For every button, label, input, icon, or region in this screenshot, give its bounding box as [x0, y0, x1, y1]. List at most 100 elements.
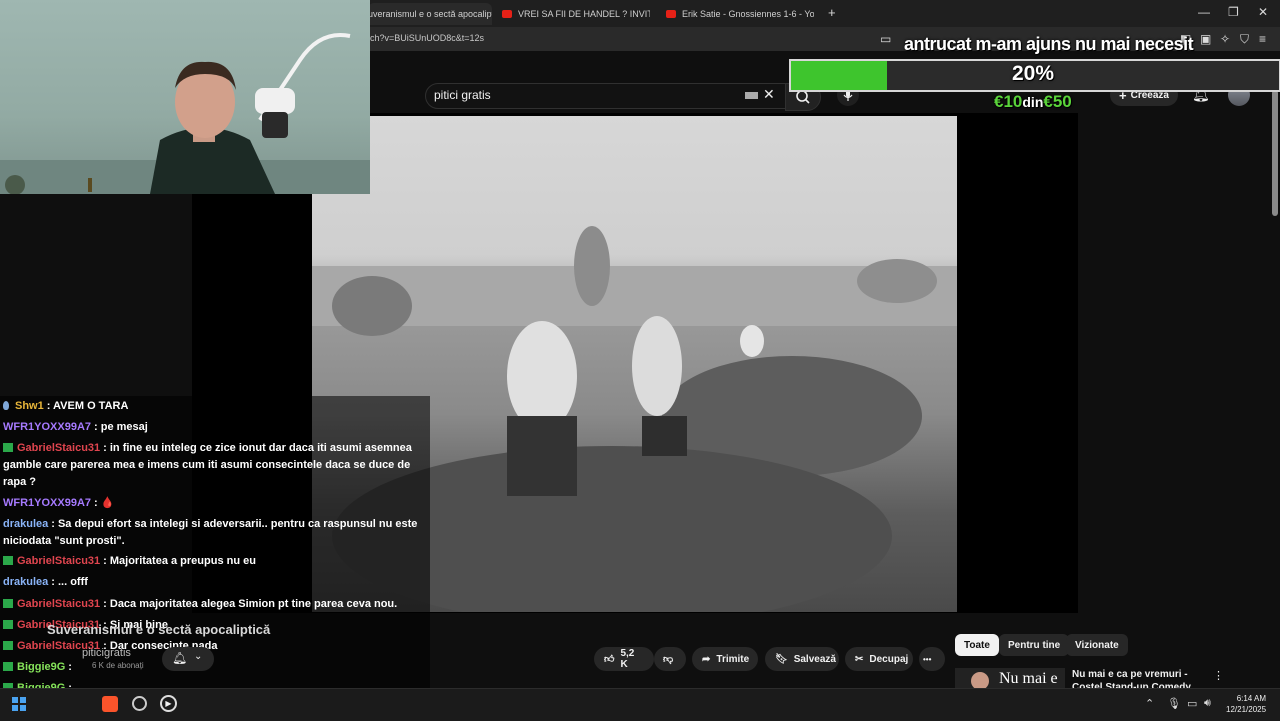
chat-username[interactable]: GabrielStaicu31 [17, 598, 100, 610]
scissors-icon: ✂ [855, 653, 864, 665]
chat-username[interactable]: GabrielStaicu31 [17, 442, 100, 454]
thumbs-up-icon: 👍︎ [604, 654, 615, 665]
chat-text: : AVEM O TARA [46, 400, 129, 412]
more-actions-button[interactable]: ••• [919, 647, 945, 671]
chat-username[interactable]: drakulea [3, 518, 48, 530]
clock-date: 12/21/2025 [1226, 705, 1267, 714]
chat-message: GabrielStaicu31: Dar consecinte nada [3, 638, 427, 655]
chat-text: : ... offf [51, 576, 88, 588]
clear-search-icon[interactable]: ✕ [763, 86, 775, 103]
subscriber-count: 6 K de abonați [92, 661, 144, 670]
bookmark-icon: 🔖︎ [775, 653, 788, 665]
video-title: Suveranismul e o sectă apocaliptică [47, 622, 271, 637]
tray-volume-icon[interactable]: 🔊︎ [1204, 697, 1211, 710]
chevron-down-icon: ⌄ [194, 651, 203, 662]
maximize-button[interactable]: ❐ [1228, 5, 1239, 19]
chip-for-you[interactable]: Pentru tine [999, 634, 1070, 656]
goal-total-amount: €50 [1043, 92, 1072, 111]
clock-time: 6:14 AM [1236, 694, 1267, 703]
chat-username[interactable]: Biggie9G [17, 661, 65, 673]
search-input-value: pitici gratis [434, 88, 491, 102]
tray-mic-icon[interactable]: 🎙︎ [1167, 697, 1181, 710]
wallet-icon[interactable]: ▣ [1200, 32, 1211, 46]
chat-text-continued: gamble care parerea mea e imens cum iti … [3, 459, 411, 488]
start-icon[interactable] [12, 697, 26, 711]
goal-current-amount: €10 [994, 92, 1023, 111]
channel-name[interactable]: piticigratis [82, 647, 131, 659]
bell-icon: 🔔︎ [172, 651, 188, 665]
brave-browser-icon[interactable] [102, 696, 118, 712]
webcam-feed [0, 0, 370, 194]
vpn-shield-icon[interactable]: ⛉ [1240, 32, 1249, 47]
thumbnail-face [971, 672, 989, 688]
chat-text: : Sa depui efort sa intelegi si adeversa… [51, 518, 418, 530]
chat-message: GabrielStaicu31: in fine eu inteleg ce z… [3, 440, 427, 491]
clip-button[interactable]: ✂ Decupaj [845, 647, 913, 671]
chat-text: : [68, 661, 72, 673]
chat-message: Biggie9G: [3, 659, 427, 676]
browser-tab-satie[interactable]: Erik Satie - Gnossiennes 1-6 - YouTube [662, 3, 814, 25]
tray-chevron-up-icon[interactable]: ⌃ [1145, 697, 1154, 710]
chat-message: GabrielStaicu31: Daca majoritatea alegea… [3, 596, 427, 613]
browser-tab-handel[interactable]: VREI SA FII DE HANDEL ? INVITAT SPECIAL [498, 3, 650, 25]
chat-drop-badge-icon [3, 401, 9, 410]
chat-text: : 🩸 [94, 497, 115, 509]
chat-username[interactable]: GabrielStaicu31 [17, 555, 100, 567]
chat-badge-icon [3, 599, 13, 608]
donation-goal-fill [791, 61, 887, 90]
chip-all[interactable]: Toate [955, 634, 999, 656]
page-scrollbar[interactable] [1272, 90, 1278, 216]
taskbar-clock[interactable]: 6:14 AM 12/21/2025 [1226, 693, 1266, 715]
secondary-column [1078, 113, 1280, 633]
thumbs-down-icon: 👎︎ [663, 654, 674, 665]
goal-of-word: din [1022, 94, 1044, 110]
minimize-button[interactable]: — [1198, 5, 1210, 19]
share-button[interactable]: ➦ Trimite [692, 647, 758, 671]
media-player-icon[interactable]: ▶ [160, 695, 177, 712]
chat-username[interactable]: Shw1 [15, 400, 44, 412]
chat-badge-icon [3, 620, 13, 629]
chat-username[interactable]: WFR1YOXX99A7 [3, 497, 91, 509]
dislike-button[interactable]: 👎︎ [654, 647, 686, 671]
address-bar-url[interactable]: ch?v=BUiSUnUOD8c&t=12s [370, 33, 484, 43]
ai-sparkle-icon[interactable]: ✧ [1220, 32, 1230, 46]
menu-icon[interactable]: ≡ [1259, 32, 1266, 46]
chip-watched[interactable]: Vizionate [1066, 634, 1128, 656]
youtube-favicon-icon [502, 10, 512, 18]
share-label: Trimite [716, 653, 750, 665]
chat-message: drakulea: Sa depui efort sa intelegi si … [3, 516, 427, 550]
save-button[interactable]: 🔖︎ Salvează [765, 647, 839, 671]
chat-text: : Daca majoritatea alegea Simion pt tine… [103, 598, 398, 610]
chat-badge-icon [3, 662, 13, 671]
recommendation-menu-icon[interactable]: ⋮ [1213, 669, 1224, 682]
youtube-favicon-icon [666, 10, 676, 18]
new-tab-button[interactable]: + [828, 5, 836, 20]
clip-label: Decupaj [869, 653, 909, 665]
chat-message: GabrielStaicu31: Majoritatea a preupus n… [3, 553, 427, 570]
subscription-bell-button[interactable]: 🔔︎ ⌄ [162, 647, 214, 671]
chat-text-continued: niciodata "sunt prosti". [3, 535, 125, 547]
windows-taskbar [0, 688, 1280, 721]
cast-icon[interactable]: ▭ [880, 32, 891, 46]
recommendation-thumbnail[interactable]: Nu mai e [955, 668, 1065, 688]
save-label: Salvează [793, 653, 836, 665]
chat-message: WFR1YOXX99A7: pe mesaj [3, 419, 427, 436]
chat-badge-icon [3, 556, 13, 565]
keyboard-icon[interactable] [745, 92, 758, 99]
webcam-person-image [0, 33, 370, 194]
chat-username[interactable]: WFR1YOXX99A7 [3, 421, 91, 433]
chat-message: Shw1: AVEM O TARA [3, 398, 427, 415]
like-count: 5,2 K [620, 648, 635, 670]
close-window-button[interactable]: ✕ [1258, 5, 1268, 19]
chat-badge-icon [3, 443, 13, 452]
chat-badge-icon [3, 641, 13, 650]
chat-text: : in fine eu inteleg ce zice ionut dar d… [103, 442, 412, 454]
browser-tab-active[interactable]: uveranismul e o sectă apocaliptică ✕ [368, 3, 492, 25]
tray-network-icon[interactable]: ▭ [1187, 697, 1197, 710]
obs-icon[interactable] [132, 696, 147, 711]
chat-username[interactable]: drakulea [3, 576, 48, 588]
donation-goal-percent: 20% [1012, 62, 1055, 85]
donation-goal-amount: €10din€50 [994, 92, 1072, 112]
chat-message: WFR1YOXX99A7: 🩸 [3, 495, 427, 512]
like-button[interactable]: 👍︎ 5,2 K [594, 647, 654, 671]
